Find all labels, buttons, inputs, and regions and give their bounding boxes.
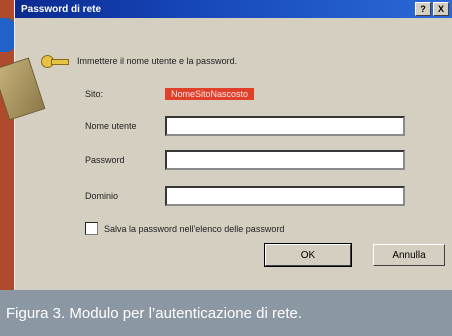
username-input[interactable]: [165, 116, 405, 136]
dialog-title: Password di rete: [21, 3, 102, 15]
ok-button[interactable]: OK: [264, 243, 352, 267]
username-label: Nome utente: [85, 121, 137, 131]
password-input[interactable]: [165, 150, 405, 170]
password-row: Password: [85, 150, 405, 170]
save-password-row: Salva la password nell'elenco delle pass…: [85, 222, 284, 235]
domain-input[interactable]: [165, 186, 405, 206]
titlebar-buttons: ? X: [415, 2, 449, 16]
site-label: Sito:: [85, 89, 104, 99]
cancel-button[interactable]: Annulla: [373, 244, 445, 266]
close-button[interactable]: X: [433, 2, 449, 16]
password-label: Password: [85, 155, 125, 165]
prompt-text: Immettere il nome utente e la password.: [77, 56, 238, 66]
username-row: Nome utente: [85, 116, 405, 136]
network-password-dialog: Password di rete ? X Immettere il nome u…: [14, 0, 452, 290]
site-row: Sito: NomeSitoNascosto: [85, 88, 255, 100]
help-button[interactable]: ?: [415, 2, 431, 16]
save-password-checkbox[interactable]: [85, 222, 98, 235]
save-password-label[interactable]: Salva la password nell'elenco delle pass…: [104, 224, 284, 234]
prompt-row: Immettere il nome utente e la password.: [41, 52, 237, 70]
domain-row: Dominio: [85, 186, 405, 206]
site-value: NomeSitoNascosto: [165, 88, 255, 100]
figure-caption: Figura 3. Modulo per l’autenticazione di…: [0, 290, 452, 336]
domain-label: Dominio: [85, 191, 119, 201]
key-icon: [41, 52, 69, 70]
dialog-titlebar[interactable]: Password di rete ? X: [15, 0, 452, 18]
